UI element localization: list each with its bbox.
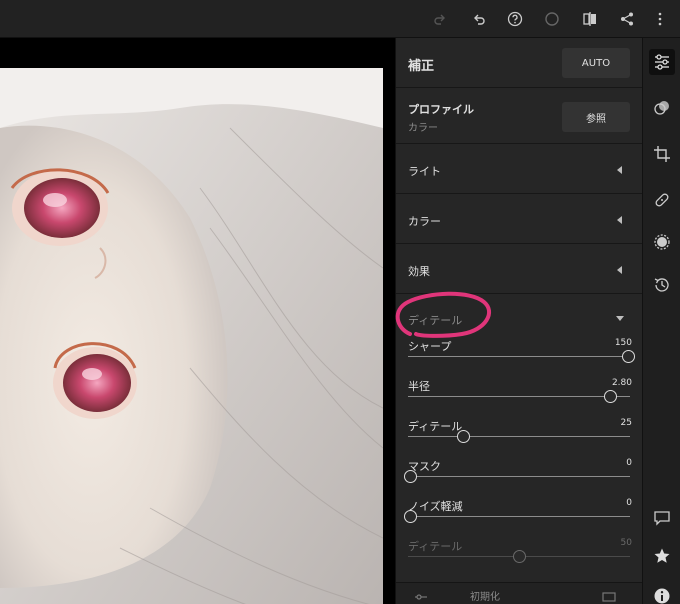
- slider-value: 25: [620, 418, 632, 428]
- slider-value: 150: [614, 338, 632, 348]
- star-icon[interactable]: [649, 543, 675, 569]
- chevron-down-icon: [616, 316, 624, 321]
- tool-strip: [642, 38, 680, 604]
- section-effects-label: 効果: [408, 265, 430, 278]
- toggle-icon[interactable]: [414, 588, 428, 604]
- panel-title: 補正: [408, 59, 435, 74]
- top-toolbar: [0, 0, 680, 38]
- slider-value: 50: [620, 538, 632, 548]
- help-icon[interactable]: [505, 9, 525, 29]
- section-light[interactable]: ライト: [396, 144, 642, 194]
- slider-thumb[interactable]: [603, 390, 617, 403]
- slider-noise-reduction[interactable]: ノイズ軽減 0: [403, 498, 632, 536]
- photo-canvas[interactable]: [0, 38, 395, 604]
- circle-icon[interactable]: [542, 9, 562, 29]
- panel-bottom-bar: 初期化: [396, 582, 642, 604]
- slider-label: 半径: [408, 380, 430, 393]
- section-color-label: カラー: [408, 215, 441, 228]
- mixer-icon[interactable]: [649, 95, 675, 121]
- presets-icon[interactable]: [602, 588, 616, 604]
- slider-thumb[interactable]: [621, 350, 635, 363]
- slider-radius[interactable]: 半径 2.80: [408, 378, 632, 416]
- browse-profile-button[interactable]: 参照: [562, 102, 630, 132]
- profile-value: カラー: [408, 123, 438, 134]
- profile-label: プロファイル: [408, 103, 474, 116]
- slider-value: 0: [626, 498, 632, 508]
- slider-label: シャープ: [408, 340, 452, 353]
- info-icon[interactable]: [649, 583, 675, 604]
- slider-thumb[interactable]: [457, 430, 470, 443]
- comment-icon[interactable]: [649, 505, 675, 531]
- section-effects[interactable]: 効果: [396, 244, 642, 294]
- share-icon[interactable]: [617, 9, 637, 29]
- slider-masking[interactable]: マスク 0: [403, 458, 632, 496]
- section-detail: ディテール シャープ 150 半径 2.80 ディテール 25 マスク 0 ノイ…: [396, 294, 642, 594]
- slider-track[interactable]: [408, 516, 630, 517]
- slider-detail[interactable]: ディテール 25: [408, 418, 632, 456]
- slider-thumb: [512, 550, 526, 563]
- slider-track[interactable]: [408, 356, 630, 357]
- slider-value: 0: [626, 458, 632, 468]
- section-detail-label: ディテール: [408, 314, 463, 327]
- photo-image: [0, 68, 383, 604]
- slider-noise-detail: ディテール 50: [408, 538, 632, 576]
- mask-icon[interactable]: [649, 229, 675, 255]
- edit-panel: 補正 AUTO プロファイル カラー 参照 ライト カラー 効果 ディテール シ…: [395, 38, 642, 604]
- auto-button[interactable]: AUTO: [562, 48, 630, 78]
- crop-icon[interactable]: [649, 141, 675, 167]
- slider-label: ディテール: [408, 540, 463, 553]
- slider-thumb[interactable]: [403, 510, 417, 523]
- redo-icon[interactable]: [430, 9, 450, 29]
- slider-label: ノイズ軽減: [408, 500, 463, 513]
- more-icon[interactable]: [650, 9, 670, 29]
- slider-label: ディテール: [408, 420, 463, 433]
- profile-section: プロファイル カラー 参照: [396, 88, 642, 144]
- slider-value: 2.80: [611, 378, 632, 388]
- slider-sharpen[interactable]: シャープ 150: [408, 338, 635, 376]
- panel-header: 補正 AUTO: [396, 38, 642, 88]
- undo-icon[interactable]: [469, 9, 489, 29]
- chevron-left-icon: [617, 266, 622, 274]
- healing-icon[interactable]: [649, 187, 675, 213]
- chevron-left-icon: [617, 166, 622, 174]
- compare-icon[interactable]: [580, 9, 600, 29]
- slider-thumb[interactable]: [403, 470, 417, 483]
- slider-track[interactable]: [408, 476, 630, 477]
- section-color[interactable]: カラー: [396, 194, 642, 244]
- chevron-left-icon: [617, 216, 622, 224]
- section-light-label: ライト: [408, 165, 441, 178]
- reset-button[interactable]: 初期化: [470, 588, 500, 603]
- slider-track[interactable]: [408, 436, 630, 437]
- slider-track[interactable]: [408, 396, 630, 397]
- edit-sliders-icon[interactable]: [649, 49, 675, 75]
- history-icon[interactable]: [649, 272, 675, 298]
- section-detail-header[interactable]: ディテール: [396, 294, 642, 332]
